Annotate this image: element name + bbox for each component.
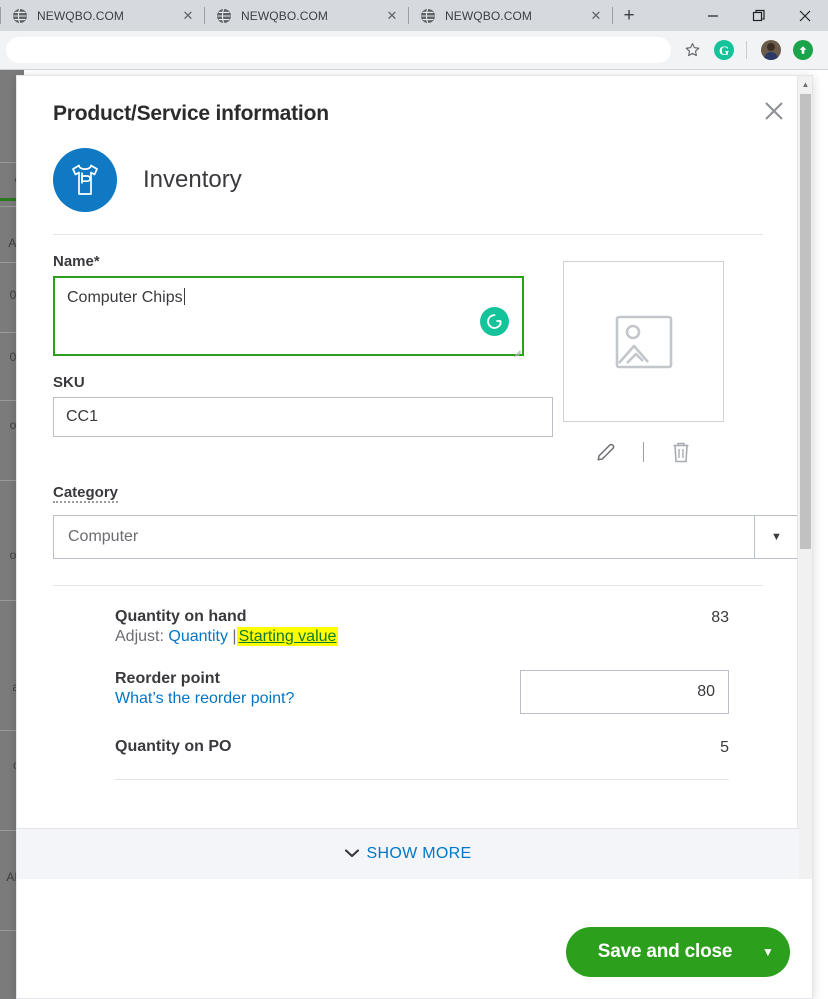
grammarly-extension-button[interactable]: G bbox=[709, 35, 739, 65]
new-tab-button[interactable]: + bbox=[612, 0, 646, 31]
minimize-button[interactable] bbox=[690, 0, 736, 31]
plus-icon: + bbox=[623, 6, 634, 25]
browser-toolbar: G bbox=[0, 31, 828, 69]
tab-close-icon[interactable]: ✕ bbox=[178, 6, 198, 26]
tab-title: NEWQBO.COM bbox=[241, 9, 382, 23]
image-action-divider bbox=[643, 442, 644, 462]
inventory-bottom-divider bbox=[115, 779, 729, 780]
reorder-point-value: 80 bbox=[697, 683, 715, 701]
scroll-up-arrow-icon[interactable]: ▲ bbox=[798, 76, 813, 92]
modal-scrollbar[interactable]: ▲ bbox=[797, 76, 812, 881]
product-service-modal: Product/Service information bbox=[16, 75, 813, 999]
page-content: vi AL 00 01 on on ar ot AN Product/Servi… bbox=[0, 70, 828, 999]
product-type-label: Inventory bbox=[143, 166, 242, 194]
address-bar-input[interactable] bbox=[6, 37, 671, 63]
chevron-down-icon[interactable]: ▼ bbox=[754, 516, 798, 558]
quantity-on-hand-value: 83 bbox=[669, 608, 729, 627]
chevron-down-icon bbox=[345, 848, 359, 860]
image-action-bar bbox=[563, 440, 724, 464]
tab-close-icon[interactable]: ✕ bbox=[586, 6, 606, 26]
save-and-close-label: Save and close bbox=[566, 941, 746, 963]
product-image-placeholder[interactable] bbox=[563, 261, 724, 422]
show-more-bar[interactable]: SHOW MORE bbox=[17, 828, 799, 879]
quantity-on-hand-row: Quantity on hand Adjust: Quantity |Start… bbox=[53, 608, 763, 646]
reorder-point-input[interactable]: 80 bbox=[520, 670, 729, 714]
reorder-point-row: Reorder point What’s the reorder point? … bbox=[53, 670, 763, 714]
globe-favicon-icon bbox=[420, 8, 436, 24]
toolbar-divider bbox=[746, 41, 747, 59]
window-controls bbox=[690, 0, 828, 31]
browser-window: NEWQBO.COM ✕ NEWQBO.COM ✕ bbox=[0, 0, 828, 999]
sku-field-label: SKU bbox=[53, 374, 563, 391]
form-area: Name* Computer Chips bbox=[53, 253, 763, 464]
close-modal-button[interactable] bbox=[761, 98, 787, 124]
quantity-adjust-line: Adjust: Quantity |Starting value bbox=[115, 628, 338, 646]
save-options-dropdown-icon[interactable]: ▼ bbox=[746, 945, 790, 959]
category-select-value: Computer bbox=[54, 528, 754, 546]
tab-title: NEWQBO.COM bbox=[445, 9, 586, 23]
name-input[interactable]: Computer Chips bbox=[53, 276, 524, 356]
sku-input-value: CC1 bbox=[66, 408, 98, 426]
save-and-close-button[interactable]: Save and close ▼ bbox=[566, 927, 790, 977]
modal-footer: Save and close ▼ bbox=[17, 879, 812, 998]
trash-icon[interactable] bbox=[670, 440, 692, 464]
grammarly-icon: G bbox=[714, 40, 734, 60]
form-right-column bbox=[563, 253, 763, 464]
globe-favicon-icon bbox=[216, 8, 232, 24]
globe-favicon-icon bbox=[12, 8, 28, 24]
tab-list: NEWQBO.COM ✕ NEWQBO.COM ✕ bbox=[0, 0, 646, 31]
sku-input[interactable]: CC1 bbox=[53, 397, 553, 437]
text-caret bbox=[184, 288, 185, 305]
quantity-on-hand-label: Quantity on hand bbox=[115, 608, 338, 626]
avatar bbox=[761, 40, 781, 60]
quantity-on-po-label: Quantity on PO bbox=[115, 738, 231, 756]
tab-title: NEWQBO.COM bbox=[37, 9, 178, 23]
tshirt-inventory-icon bbox=[53, 148, 117, 212]
browser-tab-3[interactable]: NEWQBO.COM ✕ bbox=[408, 0, 612, 31]
form-left-column: Name* Computer Chips bbox=[53, 253, 563, 464]
update-arrow-icon bbox=[793, 40, 813, 60]
browser-tab-strip: NEWQBO.COM ✕ NEWQBO.COM ✕ bbox=[0, 0, 828, 31]
modal-title: Product/Service information bbox=[53, 102, 763, 126]
name-input-value: Computer Chips bbox=[67, 289, 183, 306]
browser-tab-1[interactable]: NEWQBO.COM ✕ bbox=[0, 0, 204, 31]
image-placeholder-icon bbox=[613, 311, 675, 373]
close-window-button[interactable] bbox=[782, 0, 828, 31]
restore-button[interactable] bbox=[736, 0, 782, 31]
inventory-section: Quantity on hand Adjust: Quantity |Start… bbox=[53, 585, 763, 780]
category-field: Category Computer ▼ bbox=[53, 484, 763, 559]
adjust-separator: | bbox=[232, 628, 236, 645]
tab-close-icon[interactable]: ✕ bbox=[382, 6, 402, 26]
adjust-prefix: Adjust: bbox=[115, 628, 164, 645]
scrollbar-thumb[interactable] bbox=[800, 94, 811, 549]
modal-scroll-area: Product/Service information bbox=[17, 76, 799, 881]
bookmark-star-button[interactable] bbox=[677, 35, 707, 65]
reorder-point-label: Reorder point bbox=[115, 670, 294, 688]
browser-tab-2[interactable]: NEWQBO.COM ✕ bbox=[204, 0, 408, 31]
name-field-label: Name* bbox=[53, 253, 563, 270]
pencil-icon[interactable] bbox=[595, 441, 617, 463]
reorder-point-help-link[interactable]: What’s the reorder point? bbox=[115, 690, 294, 708]
show-more-label: SHOW MORE bbox=[367, 845, 472, 863]
product-type-row: Inventory bbox=[53, 148, 763, 212]
grammarly-icon[interactable] bbox=[480, 307, 509, 336]
section-divider bbox=[53, 234, 763, 235]
name-input-value-wrapper: Computer Chips bbox=[55, 278, 522, 317]
quantity-on-po-value: 5 bbox=[669, 738, 729, 757]
quantity-on-po-row: Quantity on PO 5 bbox=[53, 738, 763, 757]
adjust-starting-value-link[interactable]: Starting value bbox=[237, 627, 339, 646]
profile-avatar-button[interactable] bbox=[756, 35, 786, 65]
adjust-quantity-link[interactable]: Quantity bbox=[168, 628, 228, 645]
browser-update-button[interactable] bbox=[788, 35, 818, 65]
category-select[interactable]: Computer ▼ bbox=[53, 515, 799, 559]
textarea-resize-handle[interactable] bbox=[511, 343, 521, 353]
category-field-label: Category bbox=[53, 484, 118, 503]
